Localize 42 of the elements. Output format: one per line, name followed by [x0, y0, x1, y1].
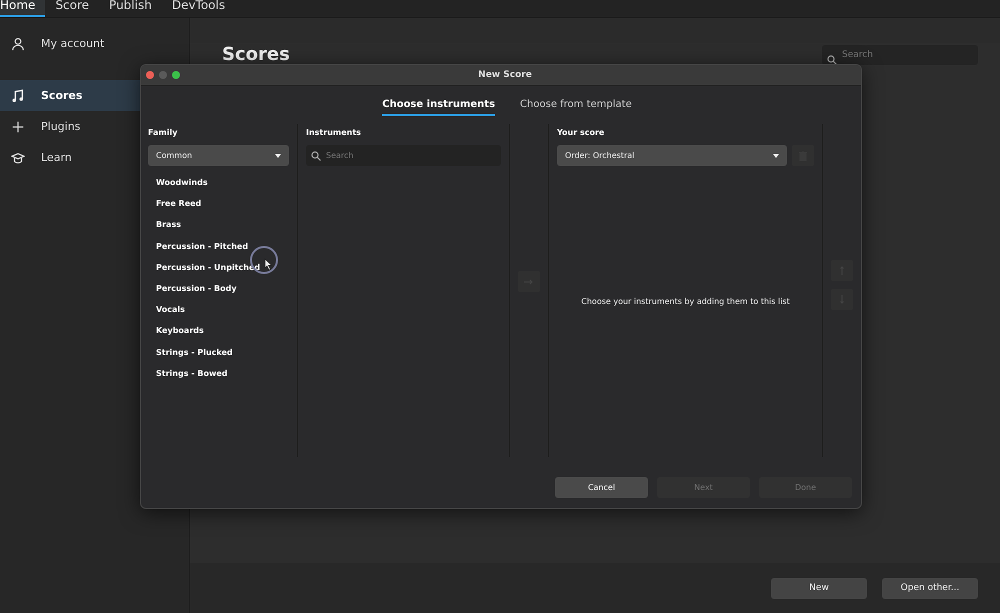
add-button[interactable] — [518, 271, 540, 292]
action-button[interactable]: Open other... — [882, 578, 978, 598]
search-field[interactable]: Search — [822, 45, 978, 65]
family-item[interactable]: Percussion - Body — [148, 278, 289, 300]
family-item[interactable]: Percussion - Pitched — [148, 236, 289, 257]
sidebar-item[interactable]: My account — [0, 28, 189, 59]
action-button[interactable]: New — [771, 578, 867, 598]
column-heading: Family — [148, 127, 178, 139]
family-item[interactable]: Percussion - Unpitched — [148, 256, 289, 278]
menu-tab[interactable]: Publish — [99, 0, 162, 17]
move-down-button[interactable] — [831, 289, 853, 310]
menu-tab[interactable]: Home — [0, 0, 46, 17]
family-item[interactable]: Keyboards — [148, 320, 289, 342]
caret-icon — [773, 154, 779, 158]
maximize-icon[interactable] — [172, 71, 180, 79]
search-icon — [827, 55, 837, 65]
search-icon — [311, 150, 321, 160]
empty-message: Choose your instruments by adding them to this list — [581, 297, 790, 306]
column-heading: Instruments — [306, 127, 362, 139]
dialog-button[interactable]: Cancel — [555, 477, 648, 498]
minimize-icon[interactable] — [159, 71, 167, 79]
family-item[interactable]: Strings - Bowed — [148, 362, 289, 384]
move-up-button[interactable] — [831, 260, 853, 281]
family-item[interactable]: Brass — [148, 214, 289, 236]
family-item[interactable]: Strings - Plucked — [148, 342, 289, 363]
family-item[interactable]: Free Reed — [148, 193, 289, 214]
menu-tab[interactable]: DevTools — [162, 0, 236, 17]
order-dropdown[interactable]: Order: Orchestral — [557, 145, 787, 166]
caret-icon — [275, 154, 281, 158]
column-heading: Your score — [557, 127, 606, 139]
dialog-title: New Score — [477, 70, 533, 80]
family-item[interactable]: Woodwinds — [148, 172, 289, 194]
dialog-tab[interactable]: Choose instruments — [382, 99, 496, 116]
page-title: Scores — [222, 45, 290, 64]
close-icon[interactable] — [146, 71, 154, 79]
family-item[interactable]: Vocals — [148, 299, 289, 320]
menu-tab[interactable]: Score — [45, 0, 100, 17]
dialog-tab[interactable]: Choose from template — [520, 99, 632, 116]
family-dropdown[interactable]: Common — [148, 145, 289, 166]
music-note-icon — [11, 88, 25, 104]
search-field[interactable]: Search — [306, 145, 501, 166]
person-icon — [11, 36, 25, 52]
